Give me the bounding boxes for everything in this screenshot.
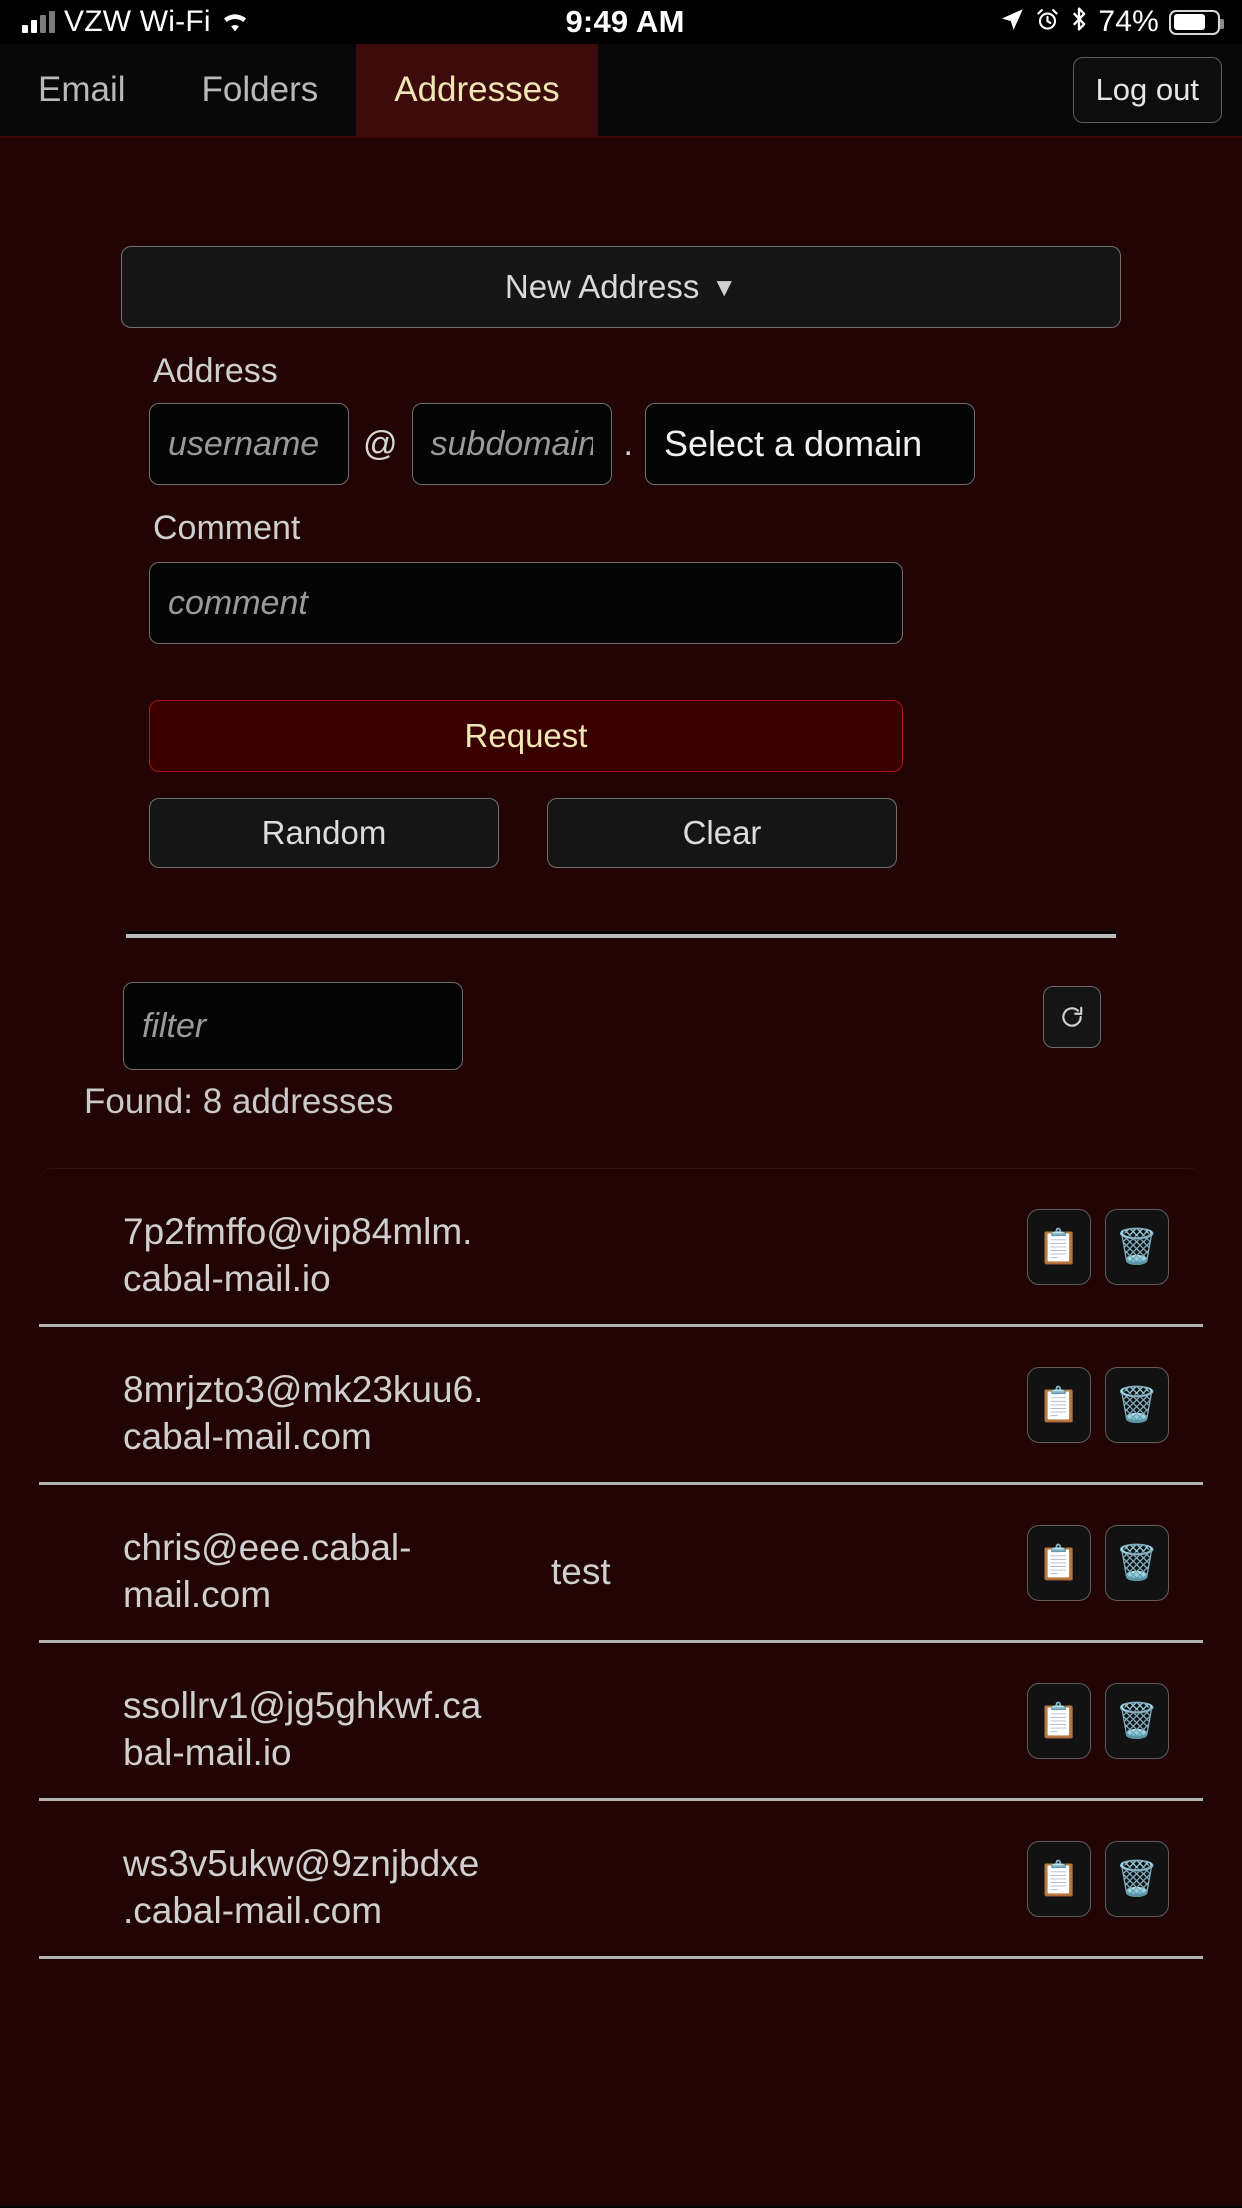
table-row: 8mrjzto3@mk23kuu6.cabal-mail.com 📋 🗑️ (39, 1327, 1203, 1485)
row-actions: 📋 🗑️ (1027, 1682, 1169, 1777)
refresh-button[interactable] (1043, 986, 1101, 1048)
address-list: 7p2fmffo@vip84mlm.cabal-mail.io 📋 🗑️ 8mr… (39, 1168, 1203, 1959)
ios-status-bar: VZW Wi-Fi 9:49 AM 74% (0, 0, 1242, 44)
address-text: ws3v5ukw@9znjbdxe.cabal-mail.com (123, 1843, 480, 1931)
table-row: chris@eee.cabal-mail.com test 📋 🗑️ (39, 1485, 1203, 1643)
tab-email[interactable]: Email (0, 44, 164, 136)
copy-icon[interactable]: 📋 (1027, 1524, 1091, 1601)
addresses-page: New Address ▼ Address @ . Select a domai… (0, 138, 1242, 2206)
filter-row (41, 982, 1201, 1070)
address-text: chris@eee.cabal-mail.com (123, 1527, 412, 1615)
copy-icon[interactable]: 📋 (1027, 1682, 1091, 1759)
table-row: ws3v5ukw@9znjbdxe.cabal-mail.com 📋 🗑️ (39, 1801, 1203, 1959)
address-text: 7p2fmffo@vip84mlm.cabal-mail.io (123, 1211, 473, 1299)
comment-input[interactable] (149, 562, 903, 644)
alarm-clock-icon (1035, 4, 1060, 40)
status-bar-left: VZW Wi-Fi (22, 4, 250, 40)
row-actions: 📋 🗑️ (1027, 1208, 1169, 1303)
copy-icon[interactable]: 📋 (1027, 1840, 1091, 1917)
trash-icon[interactable]: 🗑️ (1105, 1208, 1169, 1285)
copy-icon[interactable]: 📋 (1027, 1366, 1091, 1443)
mode-select-dropdown[interactable]: New Address ▼ (121, 246, 1121, 328)
at-symbol: @ (363, 424, 398, 463)
address-text: 8mrjzto3@mk23kuu6.cabal-mail.com (123, 1369, 484, 1457)
address-text: ssollrv1@jg5ghkwf.cabal-mail.io (123, 1685, 482, 1773)
username-input[interactable] (149, 403, 349, 485)
wifi-icon (220, 4, 250, 40)
tab-addresses[interactable]: Addresses (356, 44, 598, 136)
trash-icon[interactable]: 🗑️ (1105, 1840, 1169, 1917)
logout-button[interactable]: Log out (1072, 57, 1222, 123)
subdomain-input[interactable] (411, 403, 612, 485)
tab-folders[interactable]: Folders (164, 44, 357, 136)
mode-select-label: New Address (504, 268, 700, 305)
row-actions: 📋 🗑️ (1027, 1524, 1169, 1619)
clock: 9:49 AM (565, 4, 685, 39)
filter-input[interactable] (123, 982, 463, 1070)
status-bar-right: 74% (1000, 4, 1224, 40)
trash-icon[interactable]: 🗑️ (1105, 1524, 1169, 1601)
refresh-icon (1062, 1006, 1083, 1027)
tab-bar-spacer (598, 44, 1073, 136)
chevron-down-icon: ▼ (711, 272, 738, 302)
clear-button[interactable]: Clear (547, 798, 897, 868)
trash-icon[interactable]: 🗑️ (1105, 1682, 1169, 1759)
row-actions: 📋 🗑️ (1027, 1840, 1169, 1935)
dot-symbol: . (623, 424, 633, 463)
new-address-form: New Address ▼ Address @ . Select a domai… (0, 138, 1242, 938)
bluetooth-icon (1070, 4, 1088, 40)
found-count-label: Found: 8 addresses (84, 1082, 394, 1121)
address-input-row: @ . Select a domain (149, 403, 1121, 485)
copy-icon[interactable]: 📋 (1027, 1208, 1091, 1285)
battery-icon (1169, 9, 1224, 35)
trash-icon[interactable]: 🗑️ (1105, 1366, 1169, 1443)
signal-bars-icon (22, 11, 55, 33)
row-actions: 📋 🗑️ (1027, 1366, 1169, 1461)
address-label: Address (153, 352, 278, 390)
comment-label: Comment (153, 509, 301, 547)
table-row: ssollrv1@jg5ghkwf.cabal-mail.io 📋 🗑️ (39, 1643, 1203, 1801)
carrier-label: VZW Wi-Fi (64, 5, 211, 38)
random-button[interactable]: Random (149, 798, 499, 868)
table-row: 7p2fmffo@vip84mlm.cabal-mail.io 📋 🗑️ (39, 1169, 1203, 1327)
battery-percent: 74% (1098, 5, 1159, 38)
request-button[interactable]: Request (149, 700, 903, 772)
top-tab-bar: Email Folders Addresses Log out (0, 44, 1242, 138)
domain-select[interactable]: Select a domain (644, 403, 975, 485)
location-arrow-icon (1000, 4, 1025, 40)
section-divider (126, 934, 1116, 938)
address-field-group: Address @ . Select a domain Comment Requ… (121, 352, 1121, 868)
form-secondary-buttons: Random Clear (149, 798, 1121, 868)
address-comment: test (551, 1550, 611, 1592)
